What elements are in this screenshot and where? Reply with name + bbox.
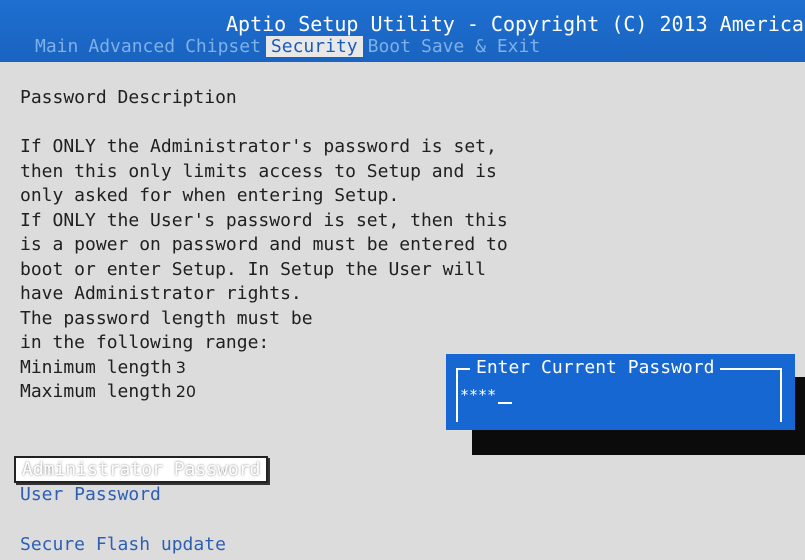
description-line: in the following range: [20,332,270,353]
password-masked-value: **** [460,386,497,404]
tab-main[interactable]: Main [30,36,83,57]
password-dialog: Enter Current Password **** [446,354,795,430]
password-input[interactable]: **** [460,386,513,404]
tab-boot[interactable]: Boot [363,36,416,57]
description-line: have Administrator rights. [20,283,302,304]
app-title: Aptio Setup Utility - Copyright (C) 2013… [226,12,804,36]
administrator-password-item[interactable]: Administrator Password [14,456,269,483]
description-line: If ONLY the Administrator's password is … [20,136,497,157]
description-line: If ONLY the User's password is set, then… [20,209,508,231]
max-length-label: Maximum length [20,381,172,402]
password-description: Password Description If ONLY the Adminis… [20,86,508,405]
header-bar: Aptio Setup Utility - Copyright (C) 2013… [0,0,805,62]
user-password-item[interactable]: User Password [20,484,161,505]
max-length-value: 20 [175,382,197,401]
secure-flash-update-item[interactable]: Secure Flash update [20,534,226,555]
text-cursor [498,402,513,404]
min-length-value: 3 [175,357,186,377]
tab-save-exit[interactable]: Save & Exit [416,36,545,57]
description-line: then this only limits access to Setup an… [20,160,497,182]
min-length-label: Minimum length [20,356,172,378]
administrator-password-label: Administrator Password [22,459,261,480]
description-heading: Password Description [20,87,237,108]
tab-chipset[interactable]: Chipset [180,36,266,57]
description-line: The password length must be [20,307,313,329]
description-line: only asked for when entering Setup. [20,185,400,206]
tab-bar: Main Advanced Chipset Security Boot Save… [30,36,545,57]
description-line: boot or enter Setup. In Setup the User w… [20,258,486,280]
description-line: is a power on password and must be enter… [20,234,508,255]
tab-security[interactable]: Security [265,36,363,57]
min-length-row: Minimum length 3 [20,356,508,381]
tab-advanced[interactable]: Advanced [83,36,180,57]
dialog-title: Enter Current Password [470,357,721,378]
max-length-row: Maximum length 20 [20,380,508,405]
